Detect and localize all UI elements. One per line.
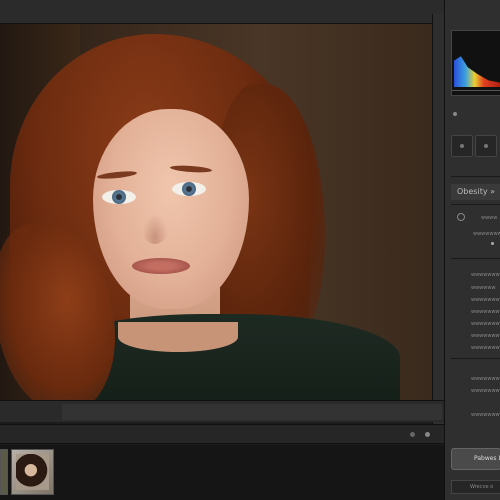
panel-button-1[interactable] xyxy=(451,135,473,157)
filmstrip xyxy=(0,445,444,500)
right-panel: Obesity » wwww wwwwwww w wwwwww ww wwww ww … xyxy=(444,0,500,500)
viewer-status-bar xyxy=(0,400,444,422)
panel-label: wwwwwwww xyxy=(473,231,500,237)
panel-label: wwwwwww xyxy=(471,333,500,339)
filmstrip-thumbnail[interactable] xyxy=(0,449,8,495)
iris-left xyxy=(112,190,126,204)
panel-label: wwwwwww xyxy=(471,376,500,382)
panel-divider xyxy=(451,176,500,177)
panel-label: wwwwww xyxy=(471,285,496,291)
radio-icon[interactable] xyxy=(457,213,465,221)
viewer-scrollbar[interactable] xyxy=(432,14,444,424)
panel-button-2[interactable] xyxy=(475,135,497,157)
panel-label: wwww xyxy=(481,215,498,221)
panel-label: wwwwwww xyxy=(471,388,500,394)
panel-label: wwwwwwww xyxy=(471,272,500,278)
portrait-eye-left xyxy=(102,190,136,204)
portrait-nose xyxy=(142,214,168,244)
filmstrip-thumbnail-selected[interactable] xyxy=(11,449,54,495)
panel-divider xyxy=(451,358,500,359)
section-title[interactable]: Obesity » xyxy=(451,184,500,200)
thumbnail-image xyxy=(16,454,49,490)
panel-label: wwwwwww xyxy=(471,297,500,303)
image-viewer[interactable] xyxy=(0,24,432,400)
dot-icon xyxy=(460,144,464,148)
dot-icon[interactable] xyxy=(410,432,415,437)
portrait-collar xyxy=(118,322,238,352)
bottom-button[interactable]: Wrecve o xyxy=(451,480,500,494)
panel-label: wwwwwwww xyxy=(471,345,500,351)
top-toolbar xyxy=(0,0,500,24)
panel-divider xyxy=(451,258,500,259)
dot-icon[interactable] xyxy=(425,432,430,437)
dot-icon[interactable] xyxy=(491,242,494,245)
dot-icon xyxy=(453,112,457,116)
panel-label: wwwwwwww xyxy=(471,321,500,327)
histogram-baseline xyxy=(452,90,500,91)
panel-divider xyxy=(451,204,500,205)
portrait-face xyxy=(93,109,249,309)
apply-button[interactable]: Pabwes L xyxy=(451,448,500,470)
dot-icon xyxy=(484,144,488,148)
histogram-graph xyxy=(454,56,500,87)
portrait-lips xyxy=(132,258,190,274)
histogram-icon xyxy=(451,30,500,96)
filmstrip-toolbar xyxy=(0,424,444,444)
status-bar-segment xyxy=(62,404,442,420)
portrait-eye-right xyxy=(172,182,206,196)
panel-label: wwwwwww xyxy=(471,412,500,418)
iris-right xyxy=(182,182,196,196)
panel-label: wwwwwww xyxy=(471,309,500,315)
